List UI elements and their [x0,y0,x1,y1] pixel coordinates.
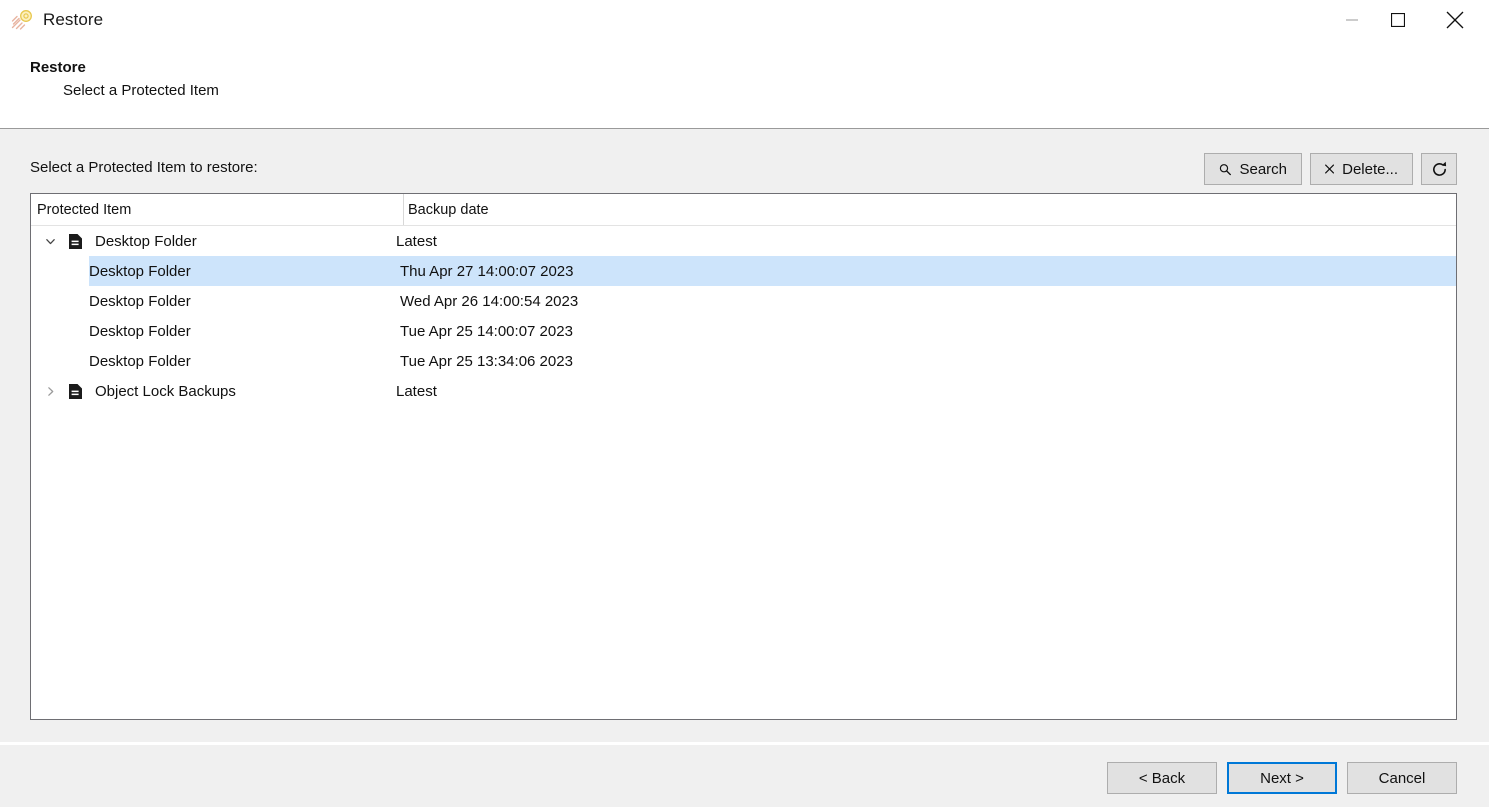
delete-button-label: Delete... [1342,160,1398,178]
close-x-icon [1325,164,1335,174]
wizard-header: Restore Select a Protected Item [0,40,1489,128]
table-row[interactable]: Desktop Folder Tue Apr 25 13:34:06 2023 [31,346,1456,376]
page-title: Restore [30,59,86,76]
next-button[interactable]: Next > [1227,762,1337,794]
window-title: Restore [43,10,104,29]
list-column-headers: Protected Item Backup date [31,194,1456,226]
document-icon [65,383,85,400]
row-date: Latest [396,382,437,400]
minimize-button[interactable] [1329,0,1375,40]
delete-button[interactable]: Delete... [1310,153,1413,185]
protected-items-list[interactable]: Protected Item Backup date Desktop Folde… [30,193,1457,720]
row-name: Desktop Folder [89,352,191,370]
row-date: Latest [396,232,437,250]
maximize-button[interactable] [1375,0,1421,40]
row-name: Desktop Folder [95,232,197,250]
instruction-label: Select a Protected Item to restore: [30,159,258,176]
row-date: Tue Apr 25 13:34:06 2023 [400,352,573,370]
refresh-icon [1432,161,1446,176]
dialog-body: Select a Protected Item to restore: Sear… [0,129,1489,742]
table-row[interactable]: Desktop Folder Wed Apr 26 14:00:54 2023 [31,286,1456,316]
dialog-footer: < Back Next > Cancel [0,745,1489,807]
page-subtitle: Select a Protected Item [63,82,219,99]
search-button[interactable]: Search [1204,153,1302,185]
minimize-icon [1346,19,1358,21]
title-bar: Restore [0,0,1489,40]
search-icon [1219,163,1231,175]
comet-logo-icon [11,9,33,31]
maximize-icon [1391,13,1405,27]
table-row[interactable]: Desktop Folder Latest [31,226,1456,256]
row-name: Desktop Folder [89,322,191,340]
close-icon [1446,11,1464,29]
column-header-backup-date[interactable]: Backup date [403,202,489,218]
row-date: Tue Apr 25 14:00:07 2023 [400,322,573,340]
search-button-label: Search [1239,160,1287,178]
row-name: Desktop Folder [89,262,191,280]
row-date: Thu Apr 27 14:00:07 2023 [400,262,574,280]
chevron-right-icon[interactable] [35,386,65,397]
footer-buttons: < Back Next > Cancel [1107,762,1457,794]
row-name: Desktop Folder [89,292,191,310]
row-name: Object Lock Backups [95,382,236,400]
back-button[interactable]: < Back [1107,762,1217,794]
cancel-button[interactable]: Cancel [1347,762,1457,794]
row-date: Wed Apr 26 14:00:54 2023 [400,292,579,310]
column-divider[interactable] [403,194,404,226]
document-icon [65,233,85,250]
column-header-protected-item[interactable]: Protected Item [31,202,403,218]
list-toolbar: Search Delete... [1204,153,1457,185]
table-row[interactable]: Desktop Folder Thu Apr 27 14:00:07 2023 [31,256,1456,286]
table-row[interactable]: Object Lock Backups Latest [31,376,1456,406]
close-button[interactable] [1421,0,1489,40]
refresh-button[interactable] [1421,153,1457,185]
window-controls [1329,0,1489,40]
chevron-down-icon[interactable] [35,236,65,247]
table-row[interactable]: Desktop Folder Tue Apr 25 14:00:07 2023 [31,316,1456,346]
